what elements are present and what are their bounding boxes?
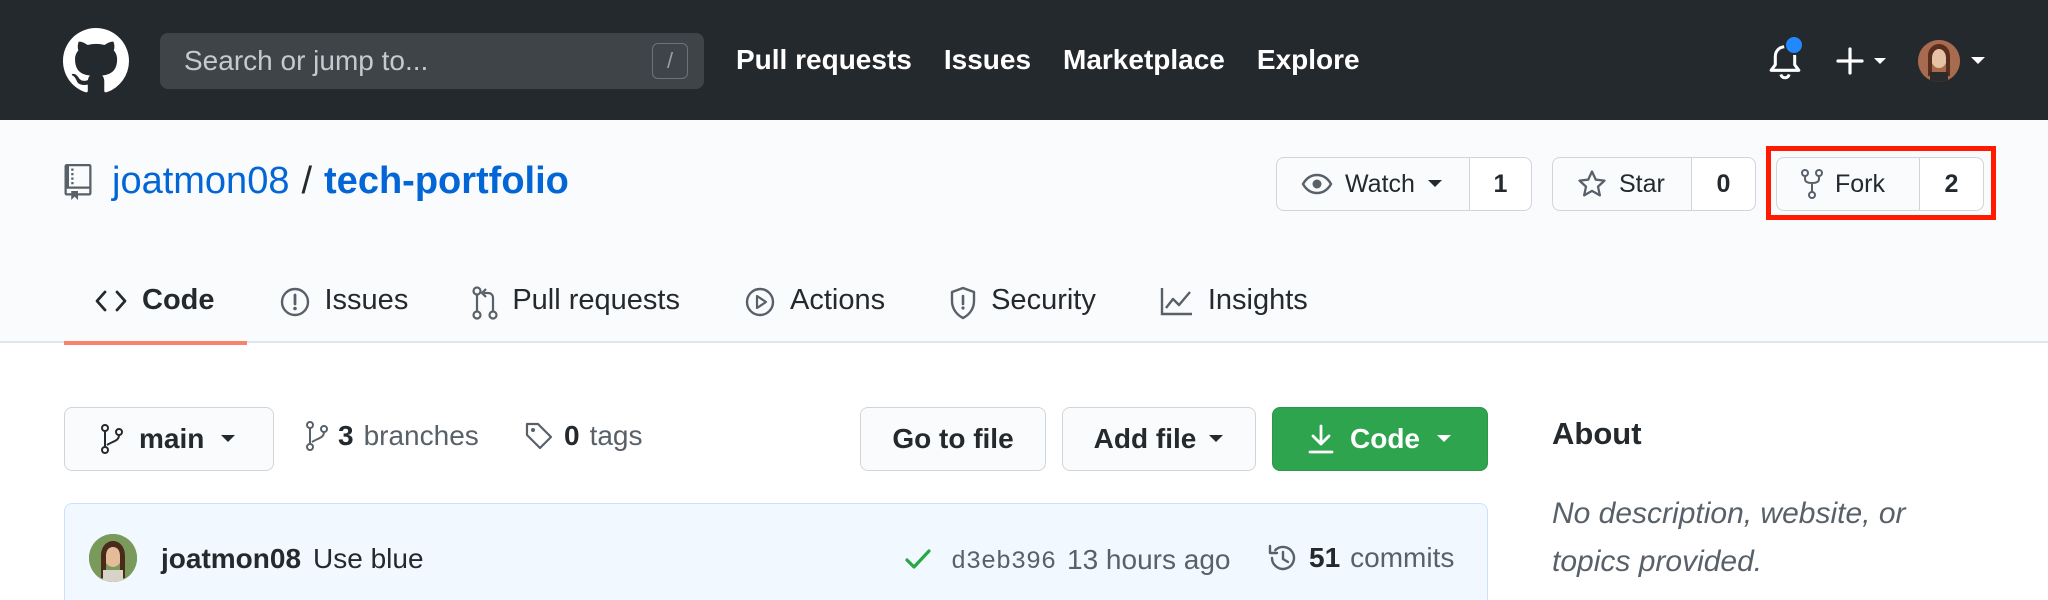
branch-name: main (139, 423, 205, 454)
code-button-label: Code (1350, 423, 1420, 454)
chevron-down-icon (1427, 180, 1442, 187)
tab-code-label: Code (142, 284, 215, 316)
tags-link[interactable]: 0 tags (524, 420, 643, 452)
go-to-file-button[interactable]: Go to file (860, 407, 1046, 471)
git-branch-icon (306, 421, 328, 451)
add-file-button[interactable]: Add file (1062, 407, 1256, 471)
repo-icon (64, 163, 92, 200)
tab-security-label: Security (991, 284, 1096, 316)
pull-request-icon (472, 286, 498, 320)
commit-author-avatar[interactable] (89, 534, 137, 582)
play-icon (745, 287, 775, 317)
commit-message-link[interactable]: Use blue (313, 543, 424, 575)
chevron-down-icon (1971, 57, 1985, 64)
watch-button[interactable]: Watch (1277, 158, 1469, 210)
global-nav: Pull requests Issues Marketplace Explore (736, 44, 1360, 76)
code-download-button[interactable]: Code (1272, 407, 1488, 471)
global-header: / Pull requests Issues Marketplace Explo… (0, 0, 2048, 120)
tag-icon (525, 422, 553, 450)
create-new-plus-icon[interactable] (1836, 46, 1892, 76)
issue-opened-icon (280, 287, 309, 317)
commit-author-link[interactable]: joatmon08 (161, 543, 301, 575)
nav-marketplace[interactable]: Marketplace (1063, 44, 1225, 76)
commits-history-link[interactable]: 51 commits (1267, 542, 1454, 574)
tab-code[interactable]: Code (64, 274, 247, 345)
tags-label: tags (589, 420, 643, 451)
commit-time: 13 hours ago (1067, 544, 1231, 575)
fork-highlight-box (1766, 146, 1996, 220)
tab-issues-label: Issues (324, 284, 409, 316)
repo-name-link[interactable]: tech-portfolio (324, 160, 569, 203)
tab-insights-label: Insights (1207, 284, 1308, 316)
star-label: Star (1619, 169, 1665, 198)
github-logo-icon[interactable] (63, 28, 129, 94)
history-icon (1268, 544, 1296, 571)
download-icon (1308, 424, 1334, 454)
tab-insights[interactable]: Insights (1128, 274, 1340, 343)
repo-header: joatmon08 / tech-portfolio Watch 1 Star … (0, 120, 2048, 345)
repo-title: joatmon08 / tech-portfolio (64, 160, 569, 203)
user-menu[interactable] (1918, 40, 1988, 82)
tab-security[interactable]: Security (917, 274, 1128, 343)
star-button[interactable]: Star (1553, 158, 1691, 210)
branches-label: branches (363, 420, 479, 451)
search-input[interactable] (184, 45, 624, 77)
commits-label: commits (1350, 542, 1455, 573)
search-bar[interactable]: / (160, 33, 704, 89)
nav-pull-requests[interactable]: Pull requests (736, 44, 912, 76)
tab-pull-requests-label: Pull requests (512, 284, 680, 316)
nav-explore[interactable]: Explore (1257, 44, 1360, 76)
chevron-down-icon (1209, 435, 1224, 442)
git-branch-icon (101, 424, 123, 454)
tab-pull-requests[interactable]: Pull requests (440, 274, 712, 343)
tab-issues[interactable]: Issues (247, 274, 441, 343)
about-description: No description, website, or topics provi… (1552, 497, 1906, 578)
go-to-file-label: Go to file (892, 423, 1014, 454)
shield-icon (950, 286, 976, 320)
branch-select-button[interactable]: main (64, 407, 274, 471)
graph-icon (1160, 288, 1192, 316)
repo-path-separator: / (301, 160, 313, 202)
latest-commit-box: joatmon08 Use blue d3eb396 13 hours ago … (64, 503, 1488, 600)
tags-count: 0 (564, 420, 580, 451)
chevron-down-icon (1437, 435, 1451, 442)
nav-issues[interactable]: Issues (944, 44, 1031, 76)
repo-owner-link[interactable]: joatmon08 (112, 160, 289, 203)
branches-count: 3 (338, 420, 354, 451)
commits-count: 51 (1309, 542, 1341, 573)
tab-actions-label: Actions (789, 284, 886, 316)
watch-label: Watch (1345, 169, 1415, 198)
tab-actions[interactable]: Actions (712, 274, 917, 343)
eye-icon (1301, 173, 1333, 195)
chevron-down-icon (221, 435, 236, 442)
commit-sha-link[interactable]: d3eb396 (951, 547, 1056, 576)
search-shortcut-key: / (652, 43, 688, 79)
star-icon (1578, 170, 1606, 197)
about-heading: About (1552, 416, 1642, 451)
notification-indicator (1784, 35, 1804, 55)
check-icon[interactable] (903, 544, 933, 574)
code-icon (95, 290, 127, 312)
branches-link[interactable]: 3 branches (306, 420, 479, 452)
star-button-group: Star 0 (1552, 157, 1756, 211)
star-count[interactable]: 0 (1691, 158, 1755, 210)
watch-count[interactable]: 1 (1469, 158, 1531, 210)
repo-tabs: Code Issues Pull requests Actions Securi… (64, 274, 1340, 345)
user-avatar (1918, 40, 1960, 82)
add-file-label: Add file (1093, 423, 1197, 454)
watch-button-group: Watch 1 (1276, 157, 1532, 211)
